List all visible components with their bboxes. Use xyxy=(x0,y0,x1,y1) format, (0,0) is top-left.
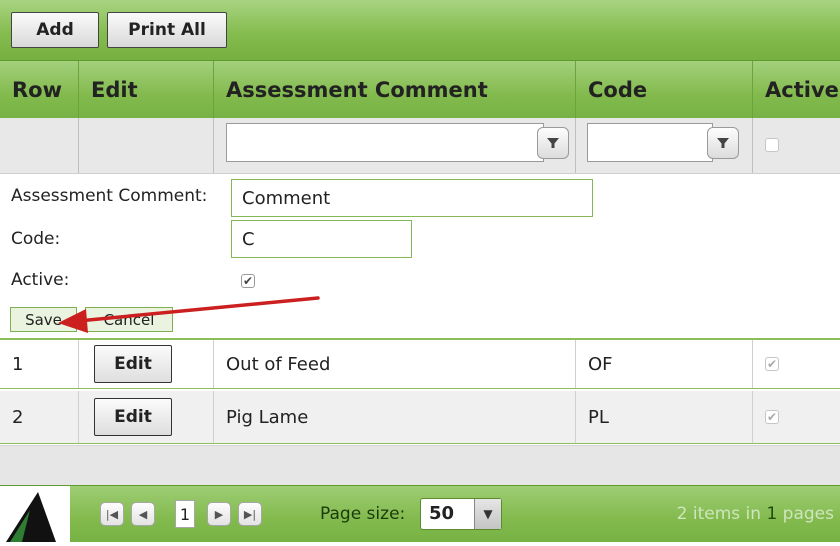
active-cell: ✔ xyxy=(752,391,840,443)
edit-button[interactable]: Edit xyxy=(94,398,172,436)
edit-cell: Edit xyxy=(78,340,213,388)
pager-status: 2 items in 1 pages xyxy=(677,500,834,528)
comment-cell: Pig Lame xyxy=(213,391,575,443)
comment-cell: Out of Feed xyxy=(213,340,575,388)
active-checkbox: ✔ xyxy=(765,410,779,424)
page-size-label: Page size: xyxy=(320,504,406,524)
table-row: 2 Edit Pig Lame PL ✔ xyxy=(0,391,840,444)
company-logo xyxy=(0,486,70,542)
first-page-button[interactable]: |◀ xyxy=(100,502,124,526)
edit-cell: Edit xyxy=(78,391,213,443)
status-end: pages xyxy=(782,504,834,524)
current-page-number[interactable]: 1 xyxy=(175,500,195,528)
next-page-button[interactable]: ▶ xyxy=(207,502,231,526)
row-number: 1 xyxy=(12,353,24,375)
status-count: 2 xyxy=(676,504,688,524)
code-cell: OF xyxy=(575,340,752,388)
active-cell: ✔ xyxy=(752,340,840,388)
grid-footer-spacer xyxy=(0,445,840,486)
table-row: 1 Edit Out of Feed OF ✔ xyxy=(0,338,840,389)
status-pages: 1 xyxy=(766,504,778,524)
code-cell: PL xyxy=(575,391,752,443)
previous-page-button[interactable]: ◀ xyxy=(131,502,155,526)
edit-button[interactable]: Edit xyxy=(94,345,172,383)
page-size-select[interactable]: 50 ▼ xyxy=(420,498,502,530)
last-page-button[interactable]: ▶| xyxy=(238,502,262,526)
row-number: 2 xyxy=(12,406,24,428)
chevron-down-icon[interactable]: ▼ xyxy=(474,499,501,529)
active-checkbox: ✔ xyxy=(765,357,779,371)
page-size-value: 50 xyxy=(429,503,455,524)
status-mid: items in xyxy=(692,504,762,524)
pager: |◀ ◀ 1 ▶ ▶| Page size: 50 ▼ 2 items in 1… xyxy=(0,485,840,542)
